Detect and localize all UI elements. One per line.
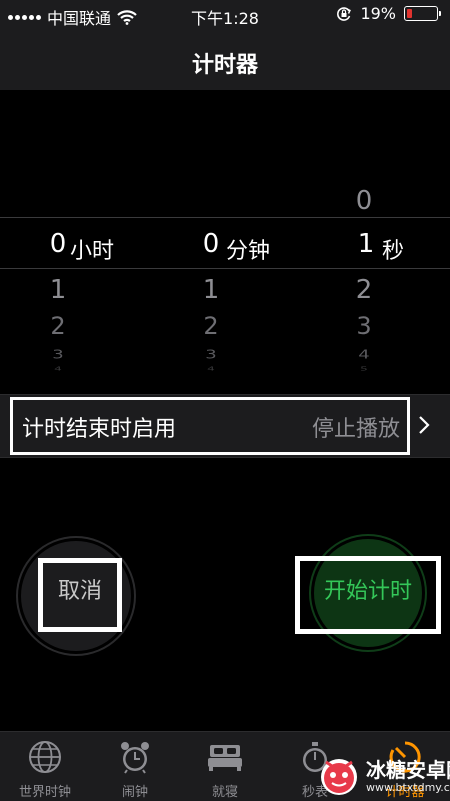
minutes-option[interactable]: 1 (191, 275, 231, 305)
start-button-label[interactable]: 开始计时 (297, 558, 439, 632)
minutes-unit: 分钟 (226, 239, 271, 264)
orientation-lock-icon (337, 6, 352, 21)
seconds-selected-value: 1 (357, 229, 375, 259)
cancel-button-label[interactable]: 取消 (40, 560, 120, 630)
minutes-option[interactable]: 2 (191, 312, 231, 340)
seconds-option[interactable]: 3 (344, 312, 384, 340)
status-bar: 中国联通 下午1:28 19% (0, 0, 450, 30)
battery-icon (404, 6, 441, 21)
when-timer-ends-label: 计时结束时启用 (22, 417, 177, 442)
status-right: 19% (336, 4, 441, 23)
watermark: 冰糖安卓网 www.btxtdmy.com (316, 750, 450, 800)
seconds-option[interactable]: 4 (344, 347, 384, 362)
minutes-option[interactable]: 3 (191, 347, 231, 362)
navigation-bar: 计时器 (0, 30, 450, 90)
globe-icon (29, 741, 61, 773)
hours-option[interactable]: 4 (38, 366, 78, 372)
hours-option[interactable]: 2 (38, 312, 78, 340)
battery-percent: 19% (360, 4, 396, 23)
watermark-url: www.btxtdmy.com (366, 781, 450, 794)
tab-label: 就寝 (211, 785, 238, 800)
chevron-right-icon (419, 416, 430, 434)
page-title: 计时器 (191, 53, 258, 78)
when-timer-ends-value: 停止播放 (311, 417, 400, 442)
alarm-clock-icon (121, 742, 149, 774)
seconds-unit: 秒 (382, 239, 405, 264)
minutes-selected-value: 0 (202, 229, 220, 259)
tab-bedtime[interactable]: 就寝 (180, 732, 270, 801)
bed-icon (208, 745, 242, 771)
watermark-text: 冰糖安卓网 (366, 758, 450, 782)
when-timer-ends-row[interactable]: 计时结束时启用 停止播放 (0, 394, 450, 458)
minutes-option[interactable]: 4 (191, 366, 231, 372)
tab-label: 世界时钟 (18, 785, 71, 800)
tab-label: 闹钟 (121, 785, 148, 800)
seconds-option[interactable]: 5 (344, 366, 384, 372)
battery-level-fill (407, 9, 412, 18)
tab-alarm[interactable]: 闹钟 (90, 732, 180, 801)
seconds-option[interactable]: 0 (344, 186, 384, 216)
hours-option[interactable]: 3 (38, 347, 78, 362)
watermark-logo-icon (321, 759, 357, 795)
tab-world-clock[interactable]: 世界时钟 (0, 732, 90, 801)
hours-option[interactable]: 1 (38, 275, 78, 305)
hours-unit: 小时 (70, 239, 115, 264)
duration-picker[interactable]: 0 小时 1 2 3 4 0 分钟 1 2 3 4 0 1 秒 2 3 4 5 (0, 90, 450, 390)
picker-selection-bottom-line (0, 268, 450, 269)
seconds-option[interactable]: 2 (344, 275, 384, 305)
picker-selection-top-line (0, 217, 450, 218)
